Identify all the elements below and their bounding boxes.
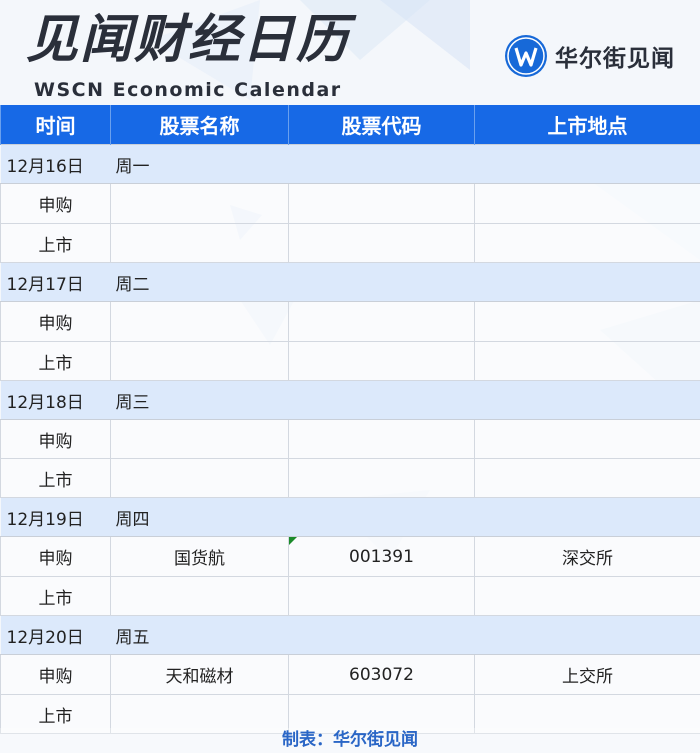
- stock-code-cell: 603072: [288, 654, 475, 695]
- logo-text: 华尔街见闻: [555, 45, 675, 72]
- stock-code-cell: [288, 419, 475, 459]
- calendar-header: 见闻财经日历 WSCN Economic Calendar 华尔街见闻: [0, 0, 700, 105]
- day-weekday: 周四: [110, 497, 700, 537]
- stock-code-cell: [288, 301, 475, 342]
- stock-name-cell: [110, 223, 289, 263]
- stock-code-cell: [288, 341, 475, 381]
- row-kind: 上市: [0, 576, 111, 616]
- ipo-calendar-table: 时间 股票名称 股票代码 上市地点 12月16日 周一 申购 上市 12月17日…: [0, 105, 700, 734]
- row-kind: 上市: [0, 341, 111, 381]
- wscn-w-logo-icon: [505, 35, 547, 77]
- day-row: 12月19日 周四: [0, 497, 700, 537]
- day-row: 12月20日 周五: [0, 615, 700, 655]
- column-header-listing-place: 上市地点: [474, 105, 700, 145]
- table-row: 申购: [0, 183, 700, 224]
- day-weekday: 周三: [110, 380, 700, 420]
- day-row: 12月18日 周三: [0, 380, 700, 420]
- day-date: 12月20日: [0, 615, 111, 655]
- row-kind: 申购: [0, 183, 111, 224]
- listing-place-cell: 深交所: [474, 536, 700, 577]
- stock-name-cell: [110, 576, 289, 616]
- day-weekday: 周五: [110, 615, 700, 655]
- row-kind: 上市: [0, 223, 111, 263]
- column-header-stock-name: 股票名称: [110, 105, 289, 145]
- listing-place-cell: [474, 341, 700, 381]
- day-date: 12月17日: [0, 262, 111, 302]
- stock-code-cell: [288, 458, 475, 498]
- table-row: 申购: [0, 419, 700, 459]
- stock-code-cell: [288, 223, 475, 263]
- listing-place-cell: [474, 223, 700, 263]
- day-row: 12月17日 周二: [0, 262, 700, 302]
- wscn-logo: 华尔街见闻: [505, 34, 675, 78]
- table-credit: 制表：华尔街见闻: [0, 728, 700, 753]
- stock-code-text: 001391: [349, 546, 414, 567]
- stock-name-cell: [110, 419, 289, 459]
- stock-code-cell: [288, 576, 475, 616]
- stock-name-cell: [110, 301, 289, 342]
- day-date: 12月16日: [0, 144, 111, 184]
- row-kind: 申购: [0, 654, 111, 695]
- column-header-time: 时间: [0, 105, 111, 145]
- stock-name-cell: [110, 458, 289, 498]
- day-date: 12月18日: [0, 380, 111, 420]
- table-row: 申购 国货航 001391 深交所: [0, 536, 700, 577]
- calendar-title: 见闻财经日历: [26, 10, 351, 70]
- listing-place-cell: [474, 576, 700, 616]
- stock-name-cell: [110, 341, 289, 381]
- table-row: 申购 天和磁材 603072 上交所: [0, 654, 700, 695]
- stock-code-cell: 001391: [288, 536, 475, 577]
- listing-place-cell: [474, 458, 700, 498]
- stock-name-cell: 天和磁材: [110, 654, 289, 695]
- day-weekday: 周二: [110, 262, 700, 302]
- day-row: 12月16日 周一: [0, 144, 700, 184]
- table-header-row: 时间 股票名称 股票代码 上市地点: [0, 105, 700, 145]
- stock-code-cell: [288, 183, 475, 224]
- listing-place-cell: [474, 419, 700, 459]
- column-header-stock-code: 股票代码: [288, 105, 475, 145]
- row-kind: 申购: [0, 301, 111, 342]
- listing-place-cell: 上交所: [474, 654, 700, 695]
- row-kind: 申购: [0, 536, 111, 577]
- row-kind: 申购: [0, 419, 111, 459]
- row-kind: 上市: [0, 458, 111, 498]
- table-row: 上市: [0, 223, 700, 263]
- table-row: 上市: [0, 341, 700, 381]
- cell-marker-icon: [289, 537, 297, 545]
- listing-place-cell: [474, 183, 700, 224]
- table-row: 申购: [0, 301, 700, 342]
- table-row: 上市: [0, 458, 700, 498]
- day-weekday: 周一: [110, 144, 700, 184]
- day-date: 12月19日: [0, 497, 111, 537]
- stock-name-cell: [110, 183, 289, 224]
- table-row: 上市: [0, 576, 700, 616]
- listing-place-cell: [474, 301, 700, 342]
- calendar-subtitle: WSCN Economic Calendar: [34, 79, 342, 101]
- stock-name-cell: 国货航: [110, 536, 289, 577]
